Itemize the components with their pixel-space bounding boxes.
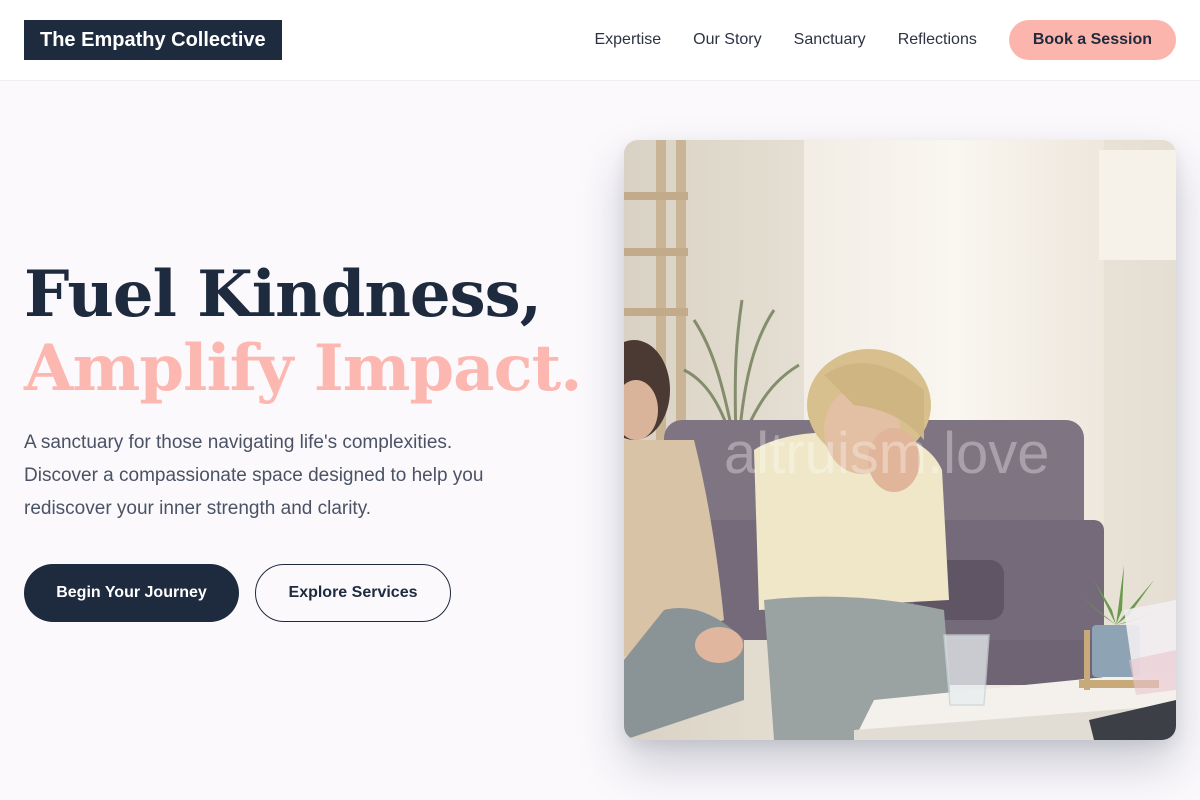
nav-link-sanctuary[interactable]: Sanctuary: [794, 31, 866, 49]
hero-title: Fuel Kindness, Amplify Impact.: [24, 257, 582, 406]
begin-journey-button[interactable]: Begin Your Journey: [24, 564, 239, 622]
nav-link-expertise[interactable]: Expertise: [594, 31, 661, 49]
explore-services-button[interactable]: Explore Services: [255, 564, 451, 622]
nav-link-reflections[interactable]: Reflections: [898, 31, 977, 49]
site-header: The Empathy Collective Expertise Our Sto…: [0, 0, 1200, 81]
site-logo[interactable]: The Empathy Collective: [24, 20, 282, 60]
hero-title-line-1: Fuel Kindness,: [24, 257, 542, 332]
hero-photo: altruism.love: [624, 140, 1176, 740]
photo-watermark: altruism.love: [724, 421, 1050, 486]
hero-description: A sanctuary for those navigating life's …: [24, 432, 484, 519]
nav-link-our-story[interactable]: Our Story: [693, 31, 761, 49]
main-nav: Expertise Our Story Sanctuary Reflection…: [594, 20, 1176, 60]
hero-title-line-2: Amplify Impact.: [24, 331, 582, 406]
book-session-button[interactable]: Book a Session: [1008, 20, 1176, 60]
